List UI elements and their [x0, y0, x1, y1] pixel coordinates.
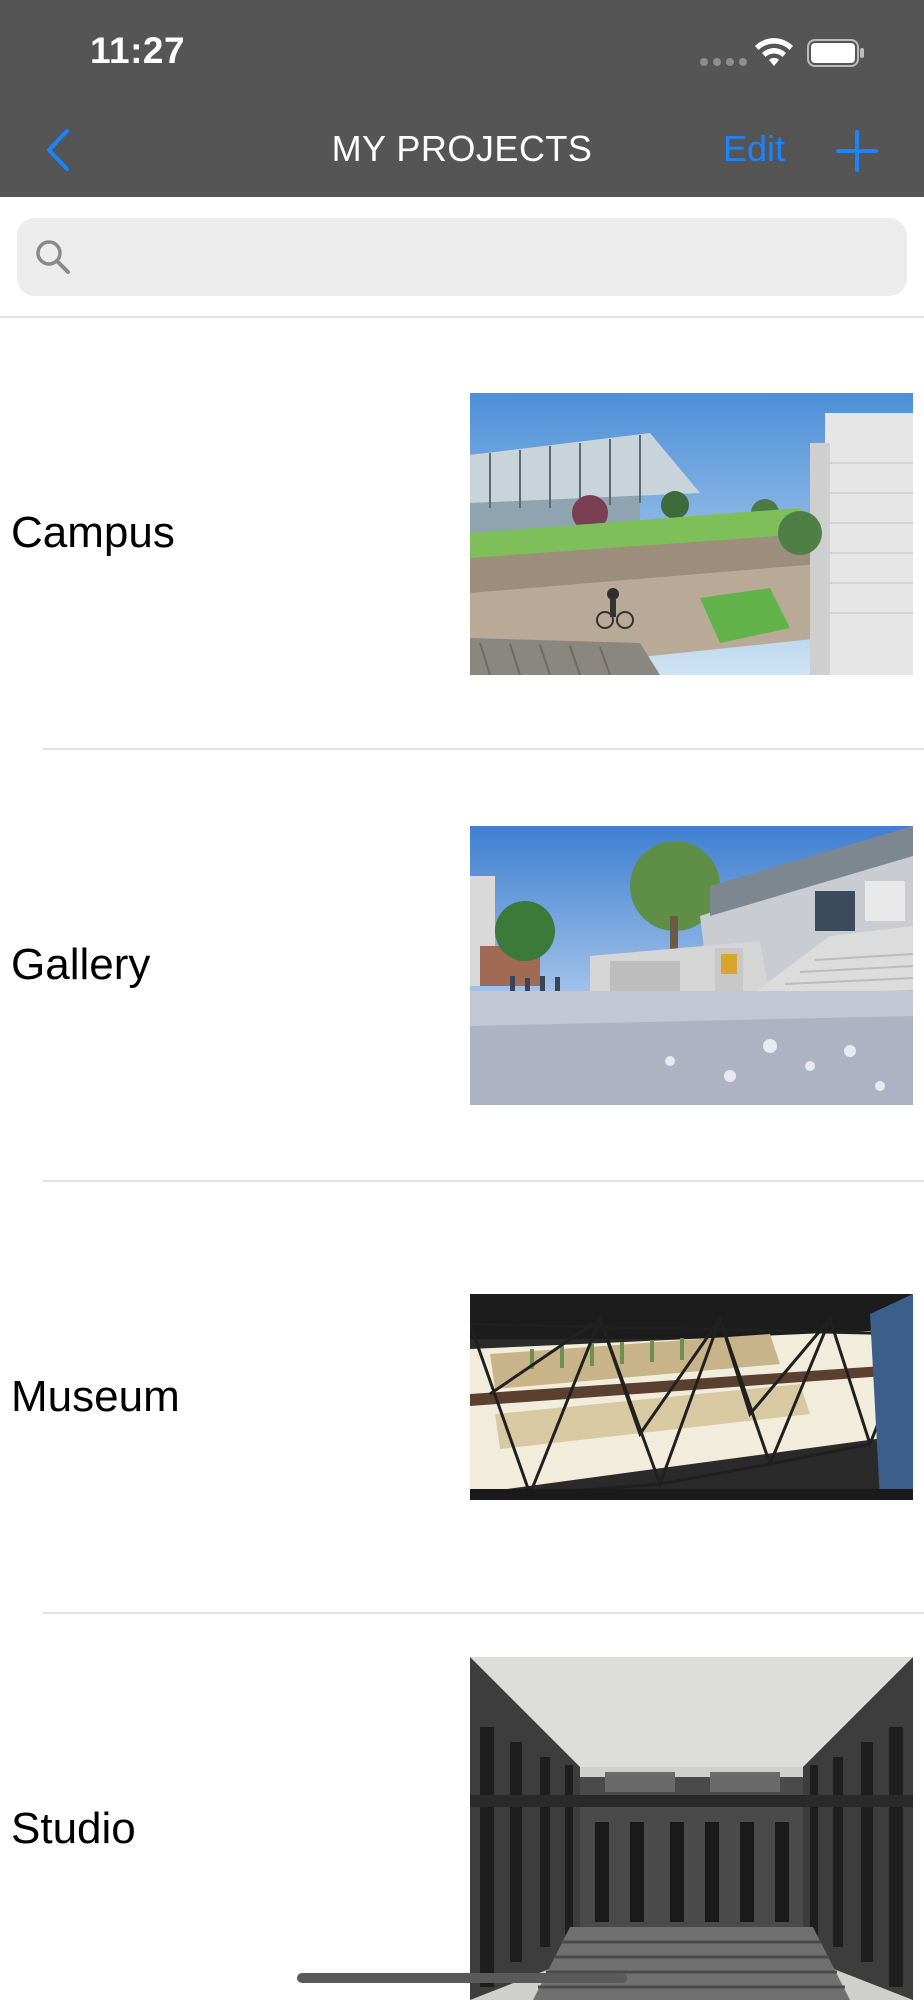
back-chevron-icon	[47, 129, 69, 171]
battery-icon	[807, 39, 864, 67]
page-title: MY PROJECTS	[331, 128, 593, 169]
back-button[interactable]	[38, 124, 78, 176]
project-row-campus[interactable]: Campus	[0, 318, 924, 750]
project-thumbnail	[470, 393, 913, 675]
project-thumbnail	[470, 1294, 913, 1500]
project-row-museum[interactable]: Museum	[0, 1182, 924, 1614]
project-name: Campus	[11, 508, 175, 557]
project-name: Museum	[11, 1372, 180, 1421]
project-row-gallery[interactable]: Gallery	[0, 750, 924, 1182]
signal-icon	[700, 58, 747, 66]
wifi-icon	[755, 38, 793, 66]
project-thumbnail	[470, 1657, 913, 2000]
project-row-studio[interactable]: Studio	[0, 1614, 924, 2000]
edit-button[interactable]: Edit	[723, 128, 785, 170]
navigation-header: 11:27 MY PROJECTS Edit	[0, 0, 924, 197]
project-name: Gallery	[11, 940, 151, 989]
search-input[interactable]	[87, 218, 887, 296]
search-bar[interactable]	[17, 218, 907, 296]
home-indicator[interactable]	[297, 1973, 627, 1983]
status-time: 11:27	[90, 30, 186, 71]
project-name: Studio	[11, 1804, 136, 1853]
add-icon[interactable]	[834, 128, 880, 174]
search-icon	[36, 240, 70, 274]
project-thumbnail	[470, 826, 913, 1105]
